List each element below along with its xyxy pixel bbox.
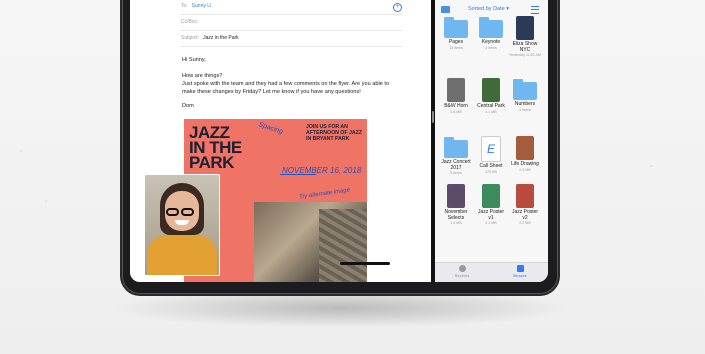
folder-icon [479, 17, 503, 38]
split-view-handle[interactable] [432, 111, 434, 123]
file-item[interactable]: Keynote 4 items [475, 16, 507, 50]
sort-button[interactable]: Sorted by Date ▾ [468, 6, 509, 12]
document-icon: E [481, 136, 501, 162]
annotation-date: NOVEMBER 16, 2018 [282, 166, 362, 175]
tab-browse-label: Browse [513, 273, 527, 278]
file-meta: 2.1 MB [485, 221, 497, 225]
file-meta: 170 KB [485, 169, 497, 174]
file-item[interactable]: Jazz Poster v2 2.2 MB [509, 184, 541, 225]
file-meta: 5 items [450, 171, 462, 175]
background-speck [650, 165, 652, 167]
file-item[interactable]: B&W Horn 1.6 MB [440, 78, 472, 114]
file-thumbnail [447, 78, 465, 102]
ipad-screen: To: Sunny Li + Cc/Bcc: Subject: Jazz in th… [130, 0, 548, 282]
file-thumbnail [447, 184, 465, 208]
new-folder-icon[interactable] [441, 6, 450, 13]
file-meta: 1.1 MB [485, 109, 497, 114]
file-thumbnail [482, 78, 500, 102]
ccbcc-field[interactable]: Cc/Bcc: [181, 15, 402, 31]
folder-icon [513, 79, 537, 100]
subject-field[interactable]: Subject: Jazz in the Park [181, 31, 402, 47]
files-pane: Sorted by Date ▾ Pages 15 items Keynote 4 i… [435, 0, 548, 282]
file-thumbnail [516, 136, 534, 160]
person-glasses [166, 203, 198, 216]
poster-title-line-3: PARK [189, 153, 234, 172]
device-shadow [110, 288, 570, 328]
mail-greeting: Hi Sunny, [182, 57, 206, 63]
file-item[interactable]: Life Drawing 2.5 MB [509, 136, 541, 172]
add-recipient-icon[interactable]: + [393, 3, 402, 12]
file-name: Jazz Poster v2 [511, 209, 539, 221]
mail-signature: Dom [182, 103, 194, 109]
tab-recents[interactable]: Recents [447, 265, 477, 278]
subject-label: Subject: [181, 35, 200, 41]
file-name: Jazz Poster v1 [477, 209, 505, 221]
to-recipient[interactable]: Sunny Li [192, 3, 211, 9]
to-label: To: [181, 3, 188, 9]
clock-icon [458, 265, 466, 272]
mail-line-2: Just spoke with the team and they had a … [182, 81, 390, 95]
file-meta: 5 items [519, 107, 531, 112]
file-name: Call Sheet [479, 163, 503, 169]
file-item[interactable]: Eliza Show NYC Yesterday 11:52 AM [509, 16, 541, 57]
file-meta: Yesterday 11:52 AM [509, 53, 541, 57]
file-item[interactable]: E Call Sheet 170 KB [475, 136, 507, 174]
background-speck [20, 150, 22, 152]
background-speck [45, 200, 47, 202]
poster-info: JOIN US FOR AN AFTERNOON OF JAZZ IN BRYA… [306, 124, 362, 142]
facetime-pip[interactable] [144, 174, 220, 276]
file-item[interactable]: Central Park 1.1 MB [475, 78, 507, 114]
file-item[interactable]: Jazz Concert 2017 5 items [440, 136, 472, 175]
annotation-spacing: Spacing [257, 121, 284, 136]
file-item[interactable]: Jazz Poster v1 2.1 MB [475, 184, 507, 225]
poster-photo-detail [319, 209, 367, 282]
file-name: B&W Horn [444, 103, 468, 109]
folder-icon [444, 17, 468, 38]
file-item[interactable]: November Selects 1.4 MB [440, 184, 472, 225]
file-meta: 1.4 MB [450, 221, 462, 225]
file-thumbnail [482, 184, 500, 208]
folder-icon [516, 265, 524, 272]
file-meta: 2.2 MB [519, 221, 531, 225]
ccbcc-label: Cc/Bcc: [181, 19, 199, 25]
files-tab-bar: Recents Browse [435, 262, 548, 282]
poster-title: JAZZ IN THE PARK [189, 124, 242, 172]
mail-line-1: How are things? [182, 73, 223, 79]
list-view-icon[interactable] [531, 6, 539, 14]
subject-value[interactable]: Jazz in the Park [203, 35, 239, 41]
annotation-alternate-image: Try alternate image [298, 187, 351, 201]
file-name: November Selects [444, 209, 468, 221]
file-item[interactable]: Numbers 5 items [509, 78, 541, 112]
person-shirt [147, 235, 217, 275]
file-meta: 15 items [449, 45, 463, 50]
file-name: Eliza Show NYC [512, 41, 538, 53]
file-name: Central Park [477, 103, 505, 109]
file-meta: 1.6 MB [450, 109, 462, 114]
file-thumbnail [516, 16, 534, 40]
file-thumbnail [516, 184, 534, 208]
folder-icon [444, 137, 468, 158]
file-item[interactable]: Pages 15 items [440, 16, 472, 50]
file-meta: 4 items [485, 45, 497, 50]
to-field[interactable]: To: Sunny Li + [181, 0, 402, 15]
tab-browse[interactable]: Browse [505, 265, 535, 278]
files-toolbar: Sorted by Date ▾ [435, 4, 548, 16]
file-name: Life Drawing [511, 161, 539, 167]
home-indicator[interactable] [340, 262, 390, 265]
file-name: Jazz Concert 2017 [441, 159, 471, 171]
file-meta: 2.5 MB [519, 167, 531, 172]
tab-recents-label: Recents [454, 273, 470, 278]
